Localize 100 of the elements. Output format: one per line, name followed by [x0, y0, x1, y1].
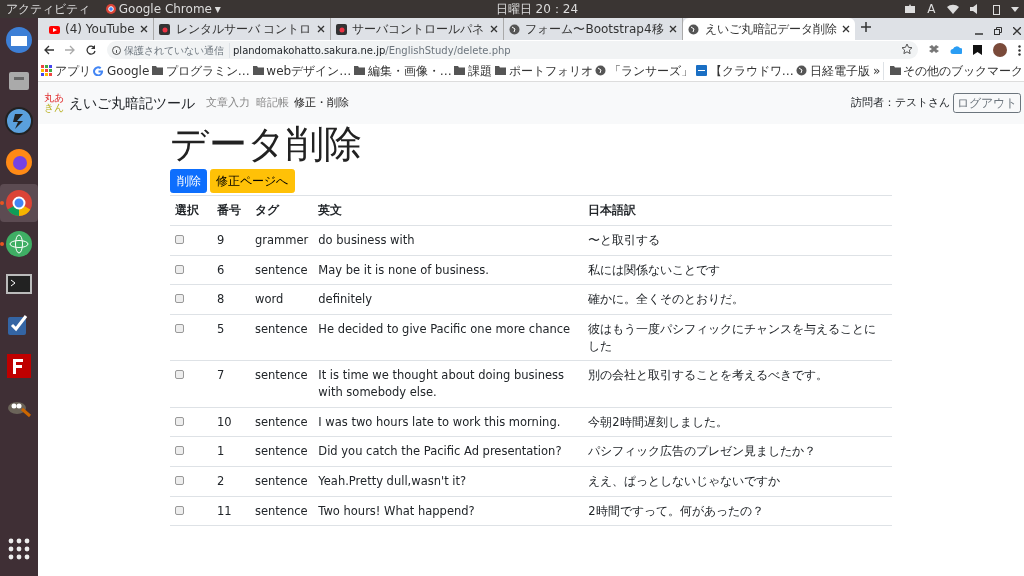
folder-icon	[494, 65, 506, 76]
globe-icon	[796, 65, 808, 76]
brand-link[interactable]: えいご丸暗記ツール	[69, 92, 195, 114]
bookmark-link[interactable]: プログラミン…	[152, 61, 250, 80]
cw-icon	[695, 65, 707, 76]
table-cell: ええ、ぱっとしないじゃないですか	[583, 466, 892, 497]
dock-item[interactable]	[0, 183, 38, 222]
visitor-label: 訪問者：テストさん	[851, 94, 951, 111]
bookmark-link[interactable]: 編集・画像・…	[353, 61, 452, 80]
more-bookmarks-button[interactable]: »	[872, 61, 881, 80]
close-icon[interactable]	[316, 25, 325, 33]
table-cell: May be it is none of business.	[313, 255, 584, 285]
column-header: 番号	[212, 195, 250, 226]
table-cell: 今朝2時間遅刻しました。	[583, 407, 892, 437]
security-label: 保護されていない通信	[123, 43, 224, 58]
close-icon[interactable]	[842, 25, 851, 33]
table-cell: word	[250, 284, 314, 315]
restore-icon[interactable]	[993, 26, 1002, 35]
row-checkbox[interactable]	[175, 324, 184, 333]
table-cell: sentence	[250, 255, 314, 285]
bolt-icon	[5, 107, 33, 136]
row-checkbox[interactable]	[175, 264, 184, 274]
bookmark-link[interactable]: Google	[93, 61, 150, 80]
browser-icon	[5, 148, 33, 176]
atom-icon	[5, 229, 33, 258]
row-checkbox[interactable]	[175, 294, 184, 304]
table-cell: 7	[212, 360, 250, 408]
box-icon[interactable]	[928, 45, 939, 55]
close-icon[interactable]	[140, 25, 149, 33]
table-cell: 5	[212, 314, 250, 361]
table-cell: sentence	[250, 436, 314, 467]
cloud-icon[interactable]	[949, 45, 962, 55]
activities-button[interactable]: アクティビティ	[5, 0, 90, 18]
grid-icon	[40, 65, 52, 76]
column-header: 選択	[170, 195, 212, 226]
play-icon	[48, 23, 60, 35]
row-checkbox[interactable]	[175, 446, 184, 456]
battery-icon[interactable]	[992, 3, 1000, 15]
app-menu[interactable]: Google Chrome	[118, 0, 212, 18]
row-checkbox[interactable]	[175, 234, 184, 244]
page-heading: データ削除	[170, 124, 363, 166]
bookmark-link[interactable]: ポートフォリオ	[494, 61, 593, 80]
table-cell: 別の会社と取引することを考えるべきです。	[583, 360, 892, 408]
google-icon	[93, 65, 105, 76]
table-cell: 10	[212, 407, 250, 437]
row-checkbox[interactable]	[175, 476, 184, 485]
folder-icon	[889, 65, 901, 76]
close-icon[interactable]	[1012, 26, 1021, 35]
app-icon	[159, 23, 171, 35]
address-bar[interactable]: 保護されていない通信 plandomakohatto.sakura.ne.jp/EnglishStudy/delete.php	[106, 41, 918, 59]
bookmark-link[interactable]: 課題	[454, 61, 493, 80]
browser-tab[interactable]: えいご丸暗記データ削除	[683, 18, 856, 40]
clock[interactable]: 日曜日 20：24	[495, 0, 579, 18]
app-grid-icon[interactable]	[8, 537, 30, 560]
star-icon[interactable]	[902, 43, 912, 54]
bookmark-link[interactable]: アプリ	[40, 61, 91, 80]
bookmark-link[interactable]: webデザイン…	[252, 61, 352, 80]
globe-icon	[595, 65, 607, 76]
logout-button[interactable]: ログアウト	[953, 93, 1021, 113]
table-cell: Two hours! What happend?	[313, 496, 584, 526]
running-indicator	[0, 200, 4, 205]
table-cell: パシフィック広告のプレゼン見ましたか？	[583, 436, 892, 467]
edit-page-button[interactable]: 修正ページへ	[209, 168, 295, 193]
wifi-icon[interactable]	[946, 4, 959, 14]
bookmark-link[interactable]: 「ランサーズ」	[595, 61, 694, 80]
folder-icon	[152, 65, 164, 76]
column-header: 日本語訳	[583, 195, 892, 226]
table-cell: 確かに。全くそのとおりだ。	[583, 284, 892, 315]
bookmark-folder[interactable]: その他のブックマーク	[883, 61, 1024, 80]
table-cell: sentence	[250, 466, 314, 497]
table-cell: 〜と取引する	[583, 225, 892, 256]
nav-link[interactable]: 修正・削除	[294, 94, 349, 112]
row-checkbox[interactable]	[175, 416, 184, 426]
globe-icon	[688, 23, 700, 35]
bookmark-link[interactable]: 日経電子版	[796, 61, 871, 80]
bookmark-icon[interactable]	[972, 45, 982, 55]
logo: 丸あ きん	[43, 93, 64, 113]
bookmark-link[interactable]: 【クラウドワ…	[695, 61, 794, 80]
nav-link[interactable]: 文章入力	[206, 94, 250, 112]
row-checkbox[interactable]	[175, 505, 184, 515]
table-cell: 彼はもう一度パシフィックにチャンスを与えることにした	[583, 314, 892, 361]
app-icon	[5, 351, 33, 380]
close-icon[interactable]	[669, 25, 678, 33]
mail-icon	[5, 25, 33, 54]
table-cell: I was two hours late to work this morning.	[313, 407, 584, 437]
row-checkbox[interactable]	[175, 370, 184, 380]
input-method-indicator[interactable]: A	[927, 0, 936, 18]
menu-icon[interactable]	[1017, 44, 1021, 56]
nav-link[interactable]: 暗記帳	[255, 94, 289, 112]
close-icon[interactable]	[489, 25, 498, 33]
info-icon	[112, 45, 121, 55]
plus-icon	[860, 21, 871, 32]
caret-icon[interactable]	[1010, 6, 1019, 12]
avatar-icon[interactable]	[992, 43, 1007, 57]
table-cell: 8	[212, 284, 250, 315]
back-icon[interactable]	[43, 45, 54, 55]
table-cell: Yeah.Pretty dull,wasn't it?	[313, 466, 584, 497]
caret-icon: ▾	[214, 0, 221, 18]
delete-button[interactable]: 削除	[170, 168, 207, 193]
reload-icon[interactable]	[85, 45, 96, 55]
